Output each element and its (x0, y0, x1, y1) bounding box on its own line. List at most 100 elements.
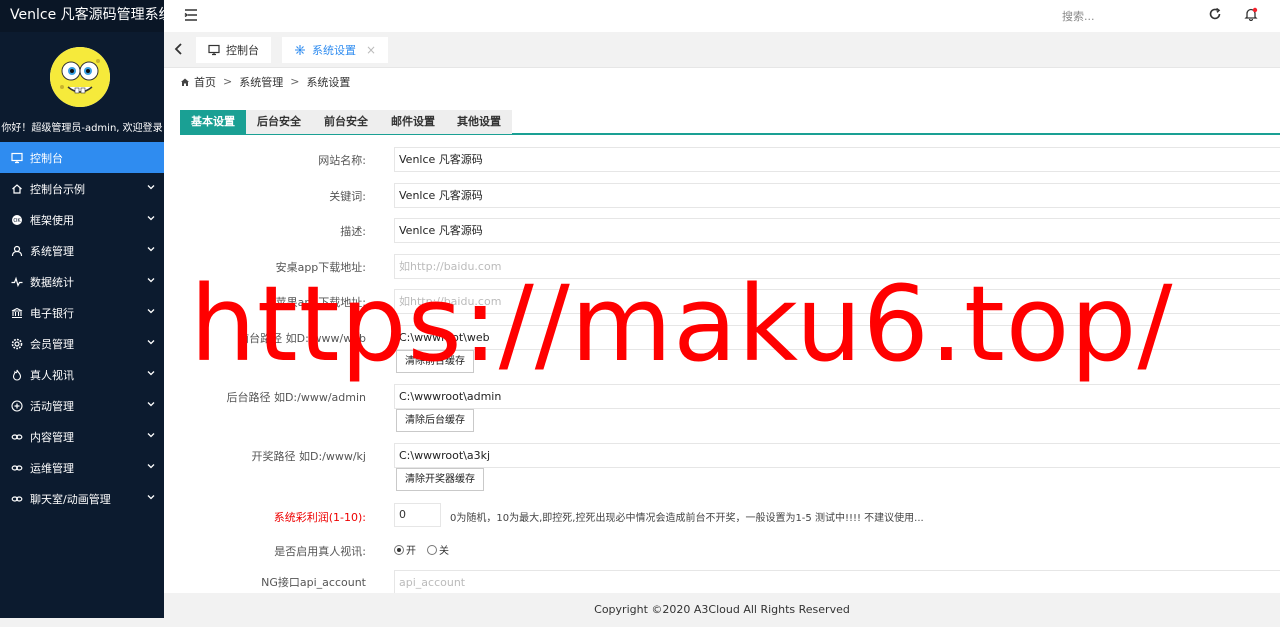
footer-copyright: Copyright ©2020 A3Cloud All Rights Reser… (164, 593, 1280, 618)
tab-system-settings[interactable]: 系统设置 × (282, 37, 389, 63)
sidebar-item-live-video[interactable]: 真人视讯 (0, 359, 164, 390)
profit-field[interactable]: 0 (394, 503, 441, 527)
page-tabs: 控制台 系统设置 × (164, 32, 1280, 68)
sidebar-item-ops[interactable]: 运维管理 (0, 452, 164, 483)
profit-hint: 0为随机，10为最大,即控死,控死出现必中情况会造成前台不开奖，一般设置为1-5… (450, 513, 924, 524)
sidebar-item-label: 框架使用 (30, 213, 74, 227)
chevron-down-icon (147, 247, 155, 252)
sidebar-item-label: 运维管理 (30, 461, 74, 475)
chevron-down-icon (147, 216, 155, 221)
clear-lottery-cache-button[interactable]: 清除开奖器缓存 (396, 468, 484, 491)
ok-icon: OK (10, 213, 24, 227)
menu-toggle-icon[interactable] (184, 8, 198, 22)
svg-text:OK: OK (13, 218, 21, 224)
description-label: 描述: (340, 225, 366, 238)
gear-icon (295, 45, 305, 55)
live-video-on-radio[interactable]: 开 (394, 542, 416, 557)
sidebar-item-stats[interactable]: 数据统计 (0, 266, 164, 297)
sidebar-item-label: 聊天室/动画管理 (30, 492, 111, 506)
gear-icon (10, 337, 24, 351)
sidebar-item-label: 数据统计 (30, 275, 74, 289)
sidebar-item-dashboard-demo[interactable]: 控制台示例 (0, 173, 164, 204)
keywords-label: 关键词: (329, 190, 366, 203)
home-icon (181, 78, 189, 86)
search-input[interactable]: 搜索... (1062, 8, 1095, 24)
live-video-off-radio[interactable]: 关 (427, 542, 449, 557)
radio-label: 关 (439, 546, 449, 557)
top-bar: 搜索... (164, 0, 1280, 32)
settings-tabs: 基本设置 后台安全 前台安全 邮件设置 其他设置 (180, 110, 1280, 135)
tab-other-settings[interactable]: 其他设置 (446, 110, 512, 134)
site-name-label: 网站名称: (318, 154, 366, 167)
tab-admin-security[interactable]: 后台安全 (246, 110, 312, 134)
chevron-down-icon (147, 185, 155, 190)
tab-mail-settings[interactable]: 邮件设置 (380, 110, 446, 134)
refresh-icon[interactable] (1208, 7, 1222, 21)
pulse-icon (10, 275, 24, 289)
chevron-down-icon (147, 402, 155, 407)
chevron-down-icon (147, 433, 155, 438)
sidebar-item-ebank[interactable]: 电子银行 (0, 297, 164, 328)
tab-basic-settings[interactable]: 基本设置 (180, 110, 246, 134)
radio-unchecked-icon (427, 544, 437, 555)
sidebar-item-dashboard[interactable]: 控制台 (0, 142, 164, 173)
breadcrumb-separator: > (223, 75, 233, 88)
bell-icon[interactable] (1244, 7, 1258, 21)
site-name-field[interactable]: Venlce 凡客源码 (394, 147, 1280, 172)
sidebar-item-activities[interactable]: 活动管理 (0, 390, 164, 421)
tab-label: 控制台 (226, 44, 259, 57)
sidebar-item-system[interactable]: 系统管理 (0, 235, 164, 266)
close-icon[interactable]: × (366, 43, 376, 57)
chevron-left-icon[interactable] (174, 43, 184, 55)
user-icon (10, 244, 24, 258)
radio-label: 开 (406, 546, 416, 557)
bank-icon (10, 306, 24, 320)
breadcrumb-separator: > (290, 75, 300, 88)
chevron-down-icon (147, 371, 155, 376)
user-greeting: 你好！超级管理员-admin, 欢迎登录 (1, 123, 163, 134)
sidebar-menu: 控制台 控制台示例 OK 框架使用 系统管理 数据统计 电子银行 会员管理 真人… (0, 142, 164, 514)
link-icon (10, 430, 24, 444)
radio-checked-icon (394, 544, 404, 555)
breadcrumb-system[interactable]: 系统管理 (239, 74, 283, 90)
fire-icon (10, 368, 24, 382)
admin-path-label: 后台路径 如D:/www/admin (226, 391, 366, 404)
keywords-field[interactable]: Venlce 凡客源码 (394, 183, 1280, 208)
profit-label: 系统彩利润(1-10): (273, 511, 366, 524)
chevron-down-icon (147, 278, 155, 283)
admin-path-field[interactable]: C:\wwwroot\admin (394, 384, 1280, 409)
breadcrumb: 首页 > 系统管理 > 系统设置 (164, 68, 1280, 95)
monitor-icon (10, 151, 24, 165)
breadcrumb-home[interactable]: 首页 (194, 74, 216, 90)
link-icon (10, 461, 24, 475)
avatar[interactable] (50, 47, 110, 107)
plus-circle-icon (10, 399, 24, 413)
tab-front-security[interactable]: 前台安全 (312, 110, 380, 134)
user-panel: 你好！超级管理员-admin, 欢迎登录 (0, 32, 164, 142)
chevron-down-icon (147, 464, 155, 469)
link-icon (10, 492, 24, 506)
tab-dashboard[interactable]: 控制台 (196, 37, 271, 63)
app-title: Venlce 凡客源码管理系统 (0, 0, 164, 32)
sidebar-item-label: 活动管理 (30, 399, 74, 413)
live-video-label: 是否启用真人视讯: (274, 545, 366, 558)
sidebar-item-label: 控制台示例 (30, 182, 85, 196)
lottery-path-label: 开奖路径 如D:/www/kj (251, 450, 366, 463)
sidebar-item-members[interactable]: 会员管理 (0, 328, 164, 359)
sidebar-item-chat-animation[interactable]: 聊天室/动画管理 (0, 483, 164, 514)
ng-api-account-field[interactable]: api_account (394, 570, 1280, 593)
sidebar-item-framework[interactable]: OK 框架使用 (0, 204, 164, 235)
sidebar-item-label: 电子银行 (30, 306, 74, 320)
tab-label: 系统设置 (312, 44, 356, 57)
monitor-icon (208, 44, 220, 56)
sidebar-item-content[interactable]: 内容管理 (0, 421, 164, 452)
lottery-path-field[interactable]: C:\wwwroot\a3kj (394, 443, 1280, 468)
description-field[interactable]: Venlce 凡客源码 (394, 218, 1280, 243)
chevron-down-icon (147, 309, 155, 314)
sidebar-item-label: 真人视讯 (30, 368, 74, 382)
watermark-url: https://maku6.top/ (190, 263, 1174, 385)
clear-admin-cache-button[interactable]: 清除后台缓存 (396, 409, 474, 432)
sidebar-item-label: 会员管理 (30, 337, 74, 351)
sidebar: Venlce 凡客源码管理系统 你好！超级管理员-admin, 欢迎登录 控制台… (0, 0, 164, 618)
breadcrumb-current: 系统设置 (306, 75, 351, 89)
